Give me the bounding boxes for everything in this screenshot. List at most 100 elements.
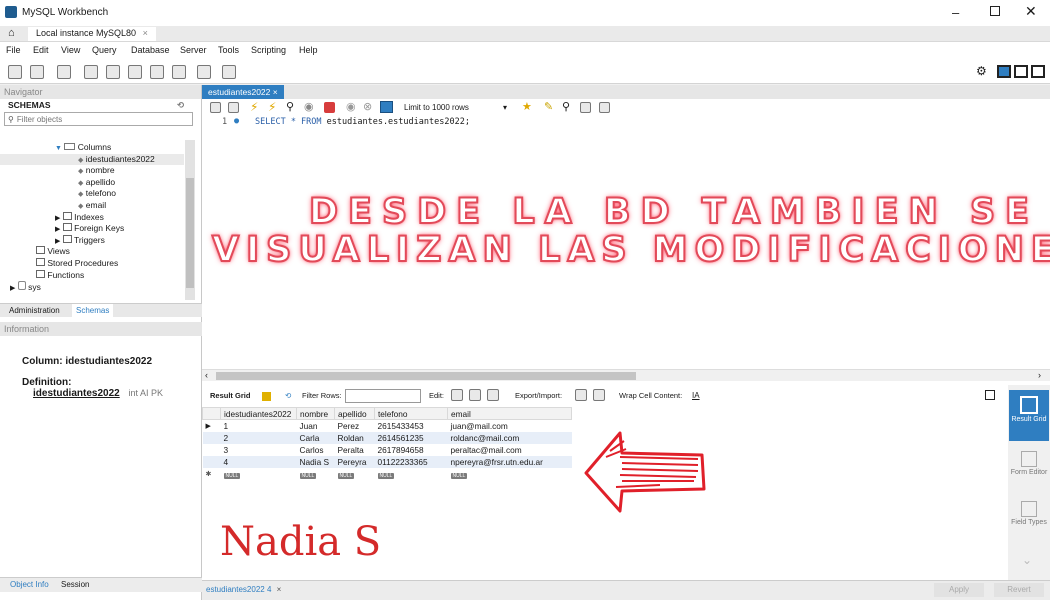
- scroll-left-icon[interactable]: ‹: [205, 370, 208, 380]
- table-row[interactable]: ▶ 1 Juan Perez 2615433453 juan@mail.com: [203, 420, 572, 432]
- open-sql-icon[interactable]: [30, 65, 44, 79]
- tree-node-column[interactable]: ◆ email: [0, 200, 184, 212]
- hscroll-thumb[interactable]: [216, 372, 636, 380]
- maximize-icon[interactable]: [990, 6, 1000, 16]
- table-cell[interactable]: Perez: [335, 420, 375, 432]
- tree-node-functions[interactable]: Functions: [0, 269, 184, 282]
- settings-icon[interactable]: ⚙: [976, 64, 987, 78]
- new-row[interactable]: ✱ NULL NULL NULL NULL NULL: [203, 468, 572, 480]
- create-table-icon[interactable]: [106, 65, 120, 79]
- tree-scroll-thumb[interactable]: [186, 178, 194, 288]
- column-header-id[interactable]: idestudiantes2022: [220, 407, 297, 420]
- table-cell[interactable]: 1: [221, 420, 297, 432]
- stop-icon[interactable]: ◉: [304, 100, 314, 113]
- find-icon[interactable]: ⚲: [562, 100, 570, 113]
- create-function-icon[interactable]: [172, 65, 186, 79]
- form-editor-side-button[interactable]: Form Editor: [1009, 447, 1049, 491]
- tab-close-icon[interactable]: ×: [143, 28, 148, 38]
- commit-icon[interactable]: ◉: [346, 100, 356, 113]
- scroll-down-icon[interactable]: ⌄: [1022, 553, 1032, 567]
- rollback-icon[interactable]: ⊗: [363, 100, 372, 113]
- apply-button[interactable]: Apply: [934, 583, 984, 597]
- tree-node-stored-procedures[interactable]: Stored Procedures: [0, 257, 184, 270]
- column-header-apellido[interactable]: apellido: [334, 407, 375, 420]
- table-cell[interactable]: npereyra@frsr.utn.edu.ar: [447, 455, 572, 468]
- insert-row-icon[interactable]: [469, 389, 481, 401]
- menu-scripting[interactable]: Scripting: [251, 45, 286, 55]
- tab-object-info[interactable]: Object Info: [10, 580, 49, 589]
- grid-view-icon[interactable]: [262, 392, 271, 401]
- table-row[interactable]: 4 Nadia S Pereyra 01122233365 npereyra@f…: [202, 455, 572, 468]
- collapse-arrow-icon[interactable]: ▶: [10, 285, 15, 292]
- add-snippet-icon[interactable]: ★: [522, 100, 532, 113]
- toggle-stop-on-error-icon[interactable]: [324, 102, 335, 113]
- sql-line-1[interactable]: 1 ● SELECT * FROM estudiantes.estudiante…: [202, 116, 1050, 129]
- edit-row-icon[interactable]: [451, 389, 463, 401]
- column-header-email[interactable]: email: [447, 407, 572, 420]
- wrap-lines-icon[interactable]: [599, 102, 610, 113]
- tree-node-columns[interactable]: ▼ Columns: [0, 142, 184, 154]
- delete-row-icon[interactable]: [487, 389, 499, 401]
- table-row[interactable]: 3 Carlos Peralta 2617894658 peraltac@mai…: [203, 444, 572, 456]
- menu-help[interactable]: Help: [299, 45, 318, 55]
- expand-arrow-icon[interactable]: ▼: [55, 145, 62, 152]
- tree-node-column[interactable]: ◆ telefono: [0, 188, 184, 200]
- table-cell[interactable]: NULL: [221, 468, 297, 480]
- table-row[interactable]: 2 Carla Roldan 2614561235 roldanc@mail.c…: [202, 431, 572, 444]
- beautify-icon[interactable]: ✎: [544, 100, 553, 113]
- tree-node-indexes[interactable]: ▶ Indexes: [0, 211, 184, 224]
- table-cell[interactable]: Peralta: [335, 444, 375, 456]
- sql-text[interactable]: SELECT * FROM estudiantes.estudiantes202…: [255, 117, 470, 127]
- menu-view[interactable]: View: [61, 45, 80, 55]
- sql-tab[interactable]: estudiantes2022 ×: [202, 85, 284, 99]
- table-cell[interactable]: 01122233365: [374, 455, 448, 468]
- column-header-telefono[interactable]: telefono: [374, 407, 448, 420]
- wrap-cell-icon[interactable]: IA: [692, 385, 700, 407]
- create-schema-icon[interactable]: [84, 65, 98, 79]
- execute-icon[interactable]: ⚡: [250, 100, 258, 114]
- tree-node-triggers[interactable]: ▶ Triggers: [0, 234, 184, 247]
- tree-node-foreign-keys[interactable]: ▶ Foreign Keys: [0, 223, 184, 235]
- import-icon[interactable]: [593, 389, 605, 401]
- table-cell[interactable]: Pereyra: [334, 455, 375, 468]
- invisible-chars-icon[interactable]: [580, 102, 591, 113]
- explain-icon[interactable]: ⚲: [286, 100, 294, 113]
- table-cell[interactable]: Nadia S: [296, 455, 335, 468]
- toggle-output-icon[interactable]: [1014, 65, 1028, 78]
- table-cell[interactable]: NULL: [448, 468, 572, 480]
- result-tab[interactable]: estudiantes2022 4 ×: [206, 585, 281, 594]
- table-cell[interactable]: Carlos: [297, 444, 335, 456]
- table-cell[interactable]: juan@mail.com: [448, 420, 572, 432]
- menu-query[interactable]: Query: [92, 45, 117, 55]
- execute-current-icon[interactable]: ⚡: [268, 100, 276, 114]
- menu-server[interactable]: Server: [180, 45, 207, 55]
- export-icon[interactable]: [575, 389, 587, 401]
- table-cell[interactable]: Juan: [297, 420, 335, 432]
- tab-schemas[interactable]: Schemas: [72, 304, 114, 317]
- table-cell[interactable]: Roldan: [334, 431, 375, 444]
- search-table-data-icon[interactable]: [197, 65, 211, 79]
- menu-file[interactable]: File: [6, 45, 21, 55]
- revert-button[interactable]: Revert: [994, 583, 1044, 597]
- collapse-arrow-icon[interactable]: ▶: [55, 238, 60, 245]
- table-cell[interactable]: 2614561235: [374, 431, 448, 444]
- autocommit-icon[interactable]: [380, 101, 393, 113]
- table-cell[interactable]: NULL: [335, 468, 375, 480]
- editor-hscrollbar[interactable]: ‹ ›: [202, 369, 1050, 381]
- collapse-arrow-icon[interactable]: ▶: [55, 226, 60, 233]
- column-header-nombre[interactable]: nombre: [296, 407, 335, 420]
- reconnect-icon[interactable]: [222, 65, 236, 79]
- tree-node-column[interactable]: ◆ idestudiantes2022: [0, 153, 184, 166]
- minimize-icon[interactable]: –: [952, 5, 959, 20]
- table-cell[interactable]: NULL: [375, 468, 448, 480]
- refresh-icon[interactable]: ⟲: [177, 99, 184, 112]
- filter-rows-input[interactable]: [345, 389, 421, 403]
- table-cell[interactable]: 2: [220, 431, 297, 444]
- create-procedure-icon[interactable]: [150, 65, 164, 79]
- connection-tab[interactable]: Local instance MySQL80 ×: [28, 27, 156, 41]
- table-cell[interactable]: 4: [220, 455, 297, 468]
- new-sql-tab-icon[interactable]: [8, 65, 22, 79]
- tab-session[interactable]: Session: [61, 580, 89, 589]
- menu-database[interactable]: Database: [131, 45, 170, 55]
- tree-node-sys[interactable]: ▶ sys: [0, 281, 184, 293]
